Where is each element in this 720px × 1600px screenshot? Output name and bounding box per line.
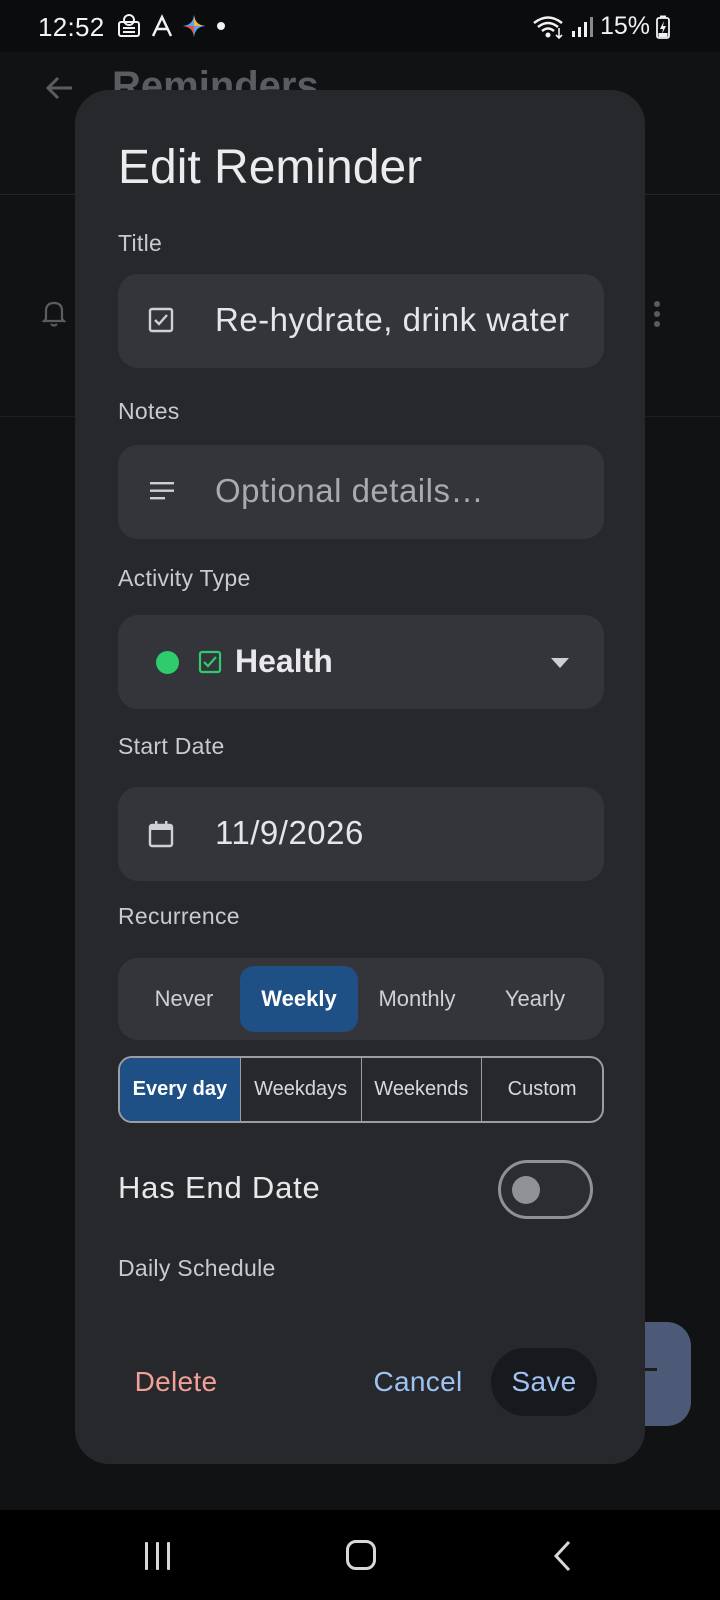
activity-type-dropdown[interactable]: Health: [118, 615, 604, 709]
checkbox-icon: [148, 307, 174, 333]
signal-icon: [571, 16, 593, 37]
nav-back-icon[interactable]: [553, 1540, 573, 1572]
notification-icon: [118, 14, 140, 37]
bell-icon: [42, 301, 66, 327]
save-button[interactable]: Save: [491, 1348, 597, 1416]
start-date-label: Start Date: [118, 733, 225, 759]
font-app-icon: [151, 14, 173, 37]
title-label: Title: [118, 230, 163, 256]
activity-type-label: Activity Type: [118, 565, 251, 591]
notes-input-placeholder[interactable]: Optional details…: [215, 472, 575, 510]
day-pattern-weekdays[interactable]: Weekdays: [241, 1058, 362, 1121]
daily-schedule-label: Daily Schedule: [118, 1255, 276, 1281]
status-notification-icons: [116, 12, 228, 40]
title-field[interactable]: Re-hydrate, drink water: [118, 274, 604, 368]
gemini-icon: [183, 15, 205, 37]
has-end-date-toggle[interactable]: [498, 1160, 593, 1219]
more-vert-icon[interactable]: [652, 299, 662, 329]
day-pattern-selector: Every day Weekdays Weekends Custom: [118, 1056, 604, 1123]
recents-icon[interactable]: [145, 1542, 170, 1570]
status-system-icons: 15%: [532, 12, 670, 41]
start-date-value: 11/9/2026: [215, 814, 364, 851]
plus-icon: [645, 1368, 657, 1371]
system-nav-bar: [0, 1510, 720, 1600]
home-icon[interactable]: [346, 1540, 376, 1570]
calendar-icon: [148, 821, 174, 848]
notes-label: Notes: [118, 398, 180, 424]
back-arrow-icon[interactable]: [44, 72, 76, 104]
day-pattern-weekends[interactable]: Weekends: [362, 1058, 483, 1121]
status-time: 12:52: [38, 12, 105, 42]
cancel-button[interactable]: Cancel: [358, 1348, 478, 1416]
activity-color-dot: [156, 651, 179, 674]
status-bar: 12:52 15%: [0, 0, 720, 52]
dropdown-arrow-icon: [551, 658, 569, 668]
delete-button[interactable]: Delete: [118, 1348, 234, 1416]
recurrence-selector: Never Weekly Monthly Yearly: [118, 958, 604, 1040]
title-input-value[interactable]: Re-hydrate, drink water: [215, 301, 575, 339]
recurrence-option-yearly[interactable]: Yearly: [476, 966, 594, 1032]
recurrence-option-weekly[interactable]: Weekly: [240, 966, 358, 1032]
day-pattern-custom[interactable]: Custom: [482, 1058, 602, 1121]
wifi-icon: [533, 15, 563, 39]
checkbox-icon: [198, 650, 222, 674]
notes-lines-icon: [150, 482, 174, 500]
toggle-knob: [512, 1176, 540, 1204]
start-date-field[interactable]: 11/9/2026: [118, 787, 604, 881]
has-end-date-label: Has End Date: [118, 1170, 321, 1205]
notes-field[interactable]: Optional details…: [118, 445, 604, 539]
battery-percent: 15%: [599, 12, 650, 40]
recurrence-option-never[interactable]: Never: [125, 966, 243, 1032]
dialog-title: Edit Reminder: [118, 141, 423, 194]
battery-charging-icon: [656, 15, 670, 39]
day-pattern-every-day[interactable]: Every day: [120, 1058, 241, 1121]
activity-type-value: Health: [235, 643, 333, 679]
edit-reminder-dialog: Edit Reminder Title Re-hydrate, drink wa…: [75, 90, 645, 1464]
recurrence-label: Recurrence: [118, 903, 240, 929]
dot-icon: [217, 22, 225, 30]
recurrence-option-monthly[interactable]: Monthly: [358, 966, 476, 1032]
